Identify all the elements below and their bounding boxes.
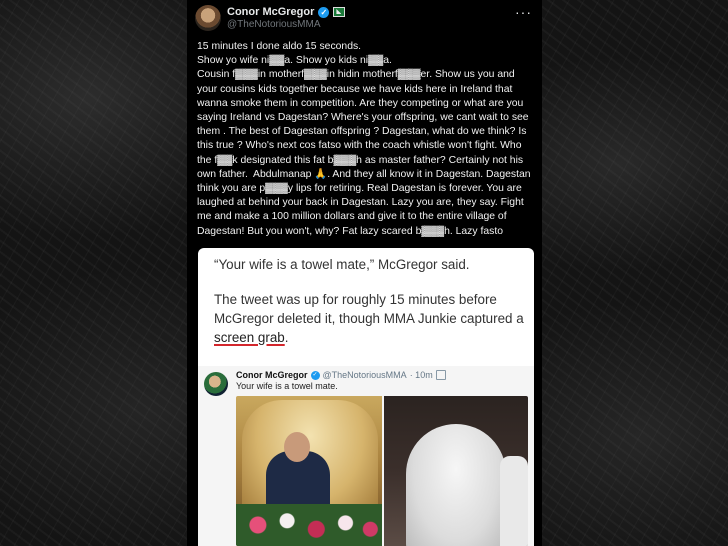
verified-badge-icon: ✓ (318, 6, 330, 18)
article-card: “Your wife is a towel mate,” McGregor sa… (198, 248, 534, 546)
man-head (284, 432, 310, 462)
embed-avatar[interactable] (204, 372, 228, 396)
author-handle[interactable]: @TheNotoriousMMA (227, 19, 321, 30)
ireland-flag-icon (333, 7, 346, 17)
tweet-body: 15 minutes I done aldo 15 seconds. Show … (197, 41, 531, 237)
tweet-header: Conor McGregor ✓ (227, 6, 346, 18)
embed-photo[interactable] (236, 396, 528, 546)
author-name[interactable]: Conor McGregor (227, 6, 314, 18)
calendar-icon (435, 370, 446, 380)
embed-author-name[interactable]: Conor McGregor (236, 370, 308, 380)
article-paragraph-end: . (284, 330, 289, 345)
verified-badge-icon: ✓ (310, 370, 320, 380)
embed-author-handle[interactable]: @TheNotoriousMMA (323, 370, 407, 380)
flower-arrangement (236, 504, 382, 546)
embed-text: Your wife is a towel mate. (236, 381, 338, 391)
background-figure (500, 456, 528, 546)
embed-header: Conor McGregor ✓ @TheNotoriousMMA · 10m (236, 370, 446, 380)
article-quote: “Your wife is a towel mate,” McGregor sa… (214, 257, 470, 272)
embedded-tweet[interactable]: Conor McGregor ✓ @TheNotoriousMMA · 10m … (198, 366, 534, 546)
photo-right-panel (384, 396, 528, 546)
veiled-figure (406, 424, 506, 546)
screen-grab-link[interactable]: screen grab (214, 330, 285, 345)
article-paragraph-text: The tweet was up for roughly 15 minutes … (214, 292, 524, 326)
embed-timestamp[interactable]: · 10m (410, 370, 433, 380)
photo-left-panel (236, 396, 382, 546)
article-paragraph: The tweet was up for roughly 15 minutes … (214, 290, 524, 347)
more-options-icon[interactable]: ··· (515, 4, 532, 20)
avatar[interactable] (195, 5, 221, 31)
